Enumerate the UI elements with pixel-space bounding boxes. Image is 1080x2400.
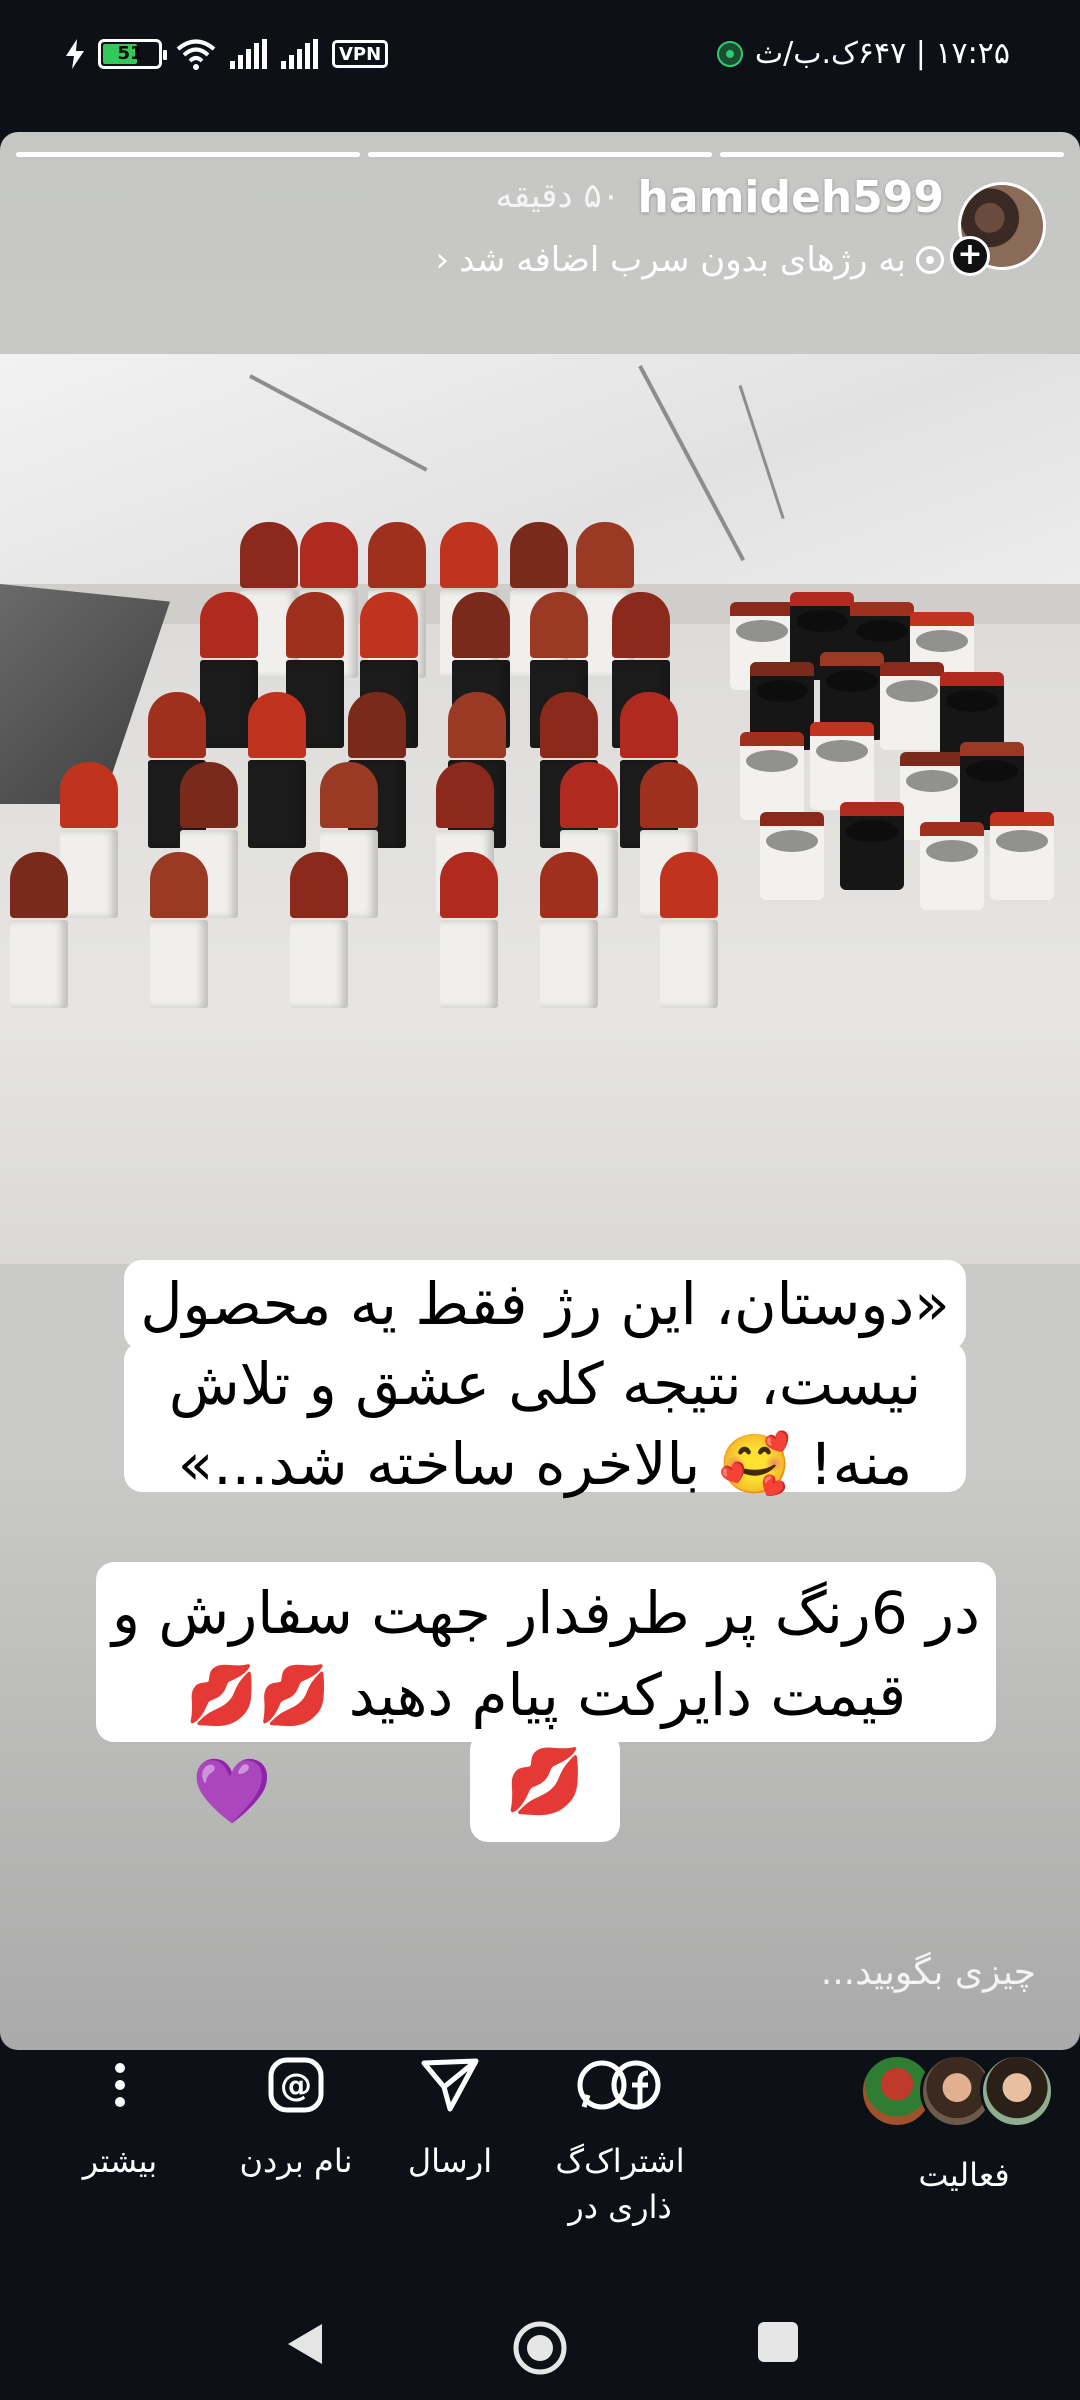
highlight-icon <box>916 246 944 274</box>
share-button[interactable]: اشتراک‌گ ذاری در <box>530 2050 710 2230</box>
plus-icon[interactable]: + <box>950 236 990 276</box>
status-icons: 51 VPN <box>66 38 389 70</box>
more-label: بیشتر <box>82 2142 158 2180</box>
story-subtitle-link[interactable]: به رژهای بدون سرب اضافه شد ‹ <box>435 240 944 280</box>
activity-button[interactable]: فعالیت <box>860 2054 1064 2194</box>
back-icon[interactable] <box>282 2320 326 2368</box>
lipstick-pot <box>760 812 824 900</box>
lipstick <box>60 762 118 918</box>
lipstick-pot <box>740 732 804 820</box>
lipstick <box>440 852 498 1008</box>
lipstick <box>540 852 598 1008</box>
whatsapp-facebook-icon <box>530 2050 710 2120</box>
system-nav-bar <box>0 2270 1080 2400</box>
battery-icon: 51 <box>98 39 167 69</box>
story-progress <box>16 152 1064 157</box>
reply-input[interactable]: چیزی بگویید... <box>821 1952 1036 1993</box>
story-viewer[interactable]: + hamideh599 ۵۰ دقیقه به رژهای بدون سرب … <box>0 132 1080 2050</box>
heart-emoji: 💜 <box>192 1755 272 1829</box>
status-bar: 51 VPN ۱۷:۲۵ | ۶۴۷ک.ب/ث <box>0 0 1080 120</box>
wifi-icon <box>176 39 216 70</box>
signal-icon <box>230 39 267 69</box>
lipstick <box>290 852 348 1008</box>
vpn-badge: VPN <box>332 40 389 68</box>
progress-segment <box>368 152 712 157</box>
caption-line: نیست، نتیجه کلی عشق و تلاش <box>168 1350 922 1418</box>
caption-text-1: «دوستان، این رژ فقط یه محصول نیست، نتیجه… <box>124 1264 966 1504</box>
story-subtitle: به رژهای بدون سرب اضافه شد <box>459 240 906 280</box>
status-time: ۱۷:۲۵ | ۶۴۷ک.ب/ث <box>716 36 1010 71</box>
story-username[interactable]: hamideh599 <box>638 172 944 223</box>
lipstick-pot <box>840 802 904 890</box>
at-sign-icon: @ <box>206 2050 386 2120</box>
story-avatar[interactable]: + <box>950 182 1046 276</box>
caption-line: در 6رنگ پر طرفدار جهت سفارش و <box>111 1579 980 1647</box>
caption-line: منه! 🥰 بالاخره ساخته شد...» <box>177 1430 913 1498</box>
charging-icon <box>66 39 84 69</box>
mention-label: نام بردن <box>239 2142 353 2180</box>
lipstick-pot <box>920 822 984 910</box>
time-and-data-rate: ۱۷:۲۵ | ۶۴۷ک.ب/ث <box>754 36 1010 71</box>
caption-line: قیمت دایرکت پیام دهید 💋💋 <box>185 1661 907 1729</box>
lips-emoji: 💋 <box>505 1745 585 1819</box>
share-label: اشتراک‌گ ذاری در <box>530 2138 710 2230</box>
battery-level: 51 <box>117 43 143 64</box>
lipstick <box>10 852 68 1008</box>
progress-segment <box>720 152 1064 157</box>
recording-indicator-icon <box>716 40 743 67</box>
avatar <box>980 2054 1054 2128</box>
viewer-avatars <box>860 2054 1064 2128</box>
send-label: ارسال <box>407 2142 493 2180</box>
caption-line: «دوستان، این رژ فقط یه محصول <box>140 1270 950 1338</box>
recents-icon[interactable] <box>756 2320 800 2364</box>
send-icon <box>360 2050 540 2120</box>
caption-text-2: در 6رنگ پر طرفدار جهت سفارش و قیمت دایرک… <box>96 1572 996 1736</box>
lipstick <box>660 852 718 1008</box>
lipstick-pot <box>810 722 874 810</box>
lipstick <box>248 692 306 848</box>
story-photo <box>0 354 1080 1264</box>
share-label-line1: اشتراک‌گ <box>555 2142 685 2180</box>
mention-button[interactable]: @ نام بردن <box>206 2050 386 2184</box>
signal-icon-2 <box>281 39 318 69</box>
more-button[interactable]: بیشتر <box>30 2050 210 2184</box>
home-icon[interactable] <box>512 2320 568 2376</box>
progress-segment <box>16 152 360 157</box>
story-time-ago: ۵۰ دقیقه <box>495 176 620 216</box>
svg-text:@: @ <box>280 2066 312 2104</box>
share-label-line2: ذاری در <box>568 2188 672 2226</box>
chevron-left-icon: ‹ <box>435 240 450 280</box>
lipstick-pot <box>880 662 944 750</box>
activity-label: فعالیت <box>918 2156 1010 2194</box>
send-button[interactable]: ارسال <box>360 2050 540 2184</box>
lipstick <box>150 852 208 1008</box>
lipstick-pot <box>990 812 1054 900</box>
more-vertical-icon <box>30 2050 210 2120</box>
